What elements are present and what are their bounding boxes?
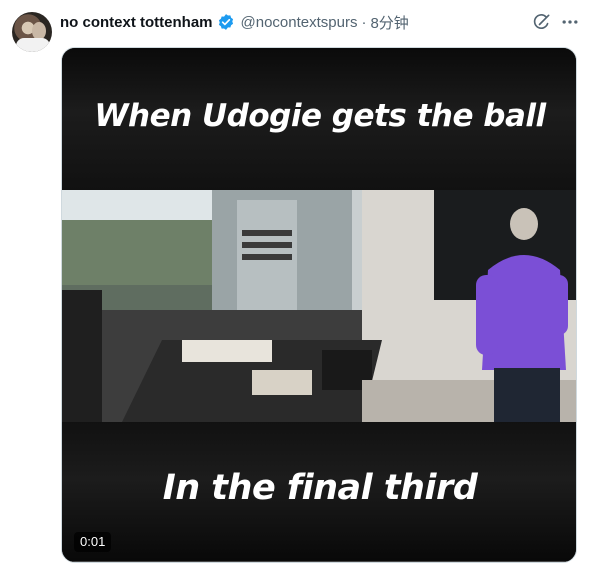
handle[interactable]: @nocontextspurs <box>241 14 358 31</box>
video-progress-fill <box>62 561 68 562</box>
avatar[interactable] <box>12 12 52 52</box>
video-player[interactable]: When Udogie gets the ball In the final t… <box>61 47 577 563</box>
video-time-badge: 0:01 <box>74 532 112 552</box>
timestamp-link[interactable]: 8分钟 <box>370 12 408 33</box>
tweet: no context tottenham @nocontextspurs · 8… <box>0 0 599 572</box>
video-progress-bar[interactable] <box>62 561 576 562</box>
display-name[interactable]: no context tottenham <box>60 14 213 31</box>
verified-badge-icon <box>218 14 233 30</box>
grok-icon[interactable] <box>532 12 552 32</box>
more-icon[interactable] <box>560 12 580 32</box>
tweet-header: no context tottenham @nocontextspurs · 8… <box>60 12 409 32</box>
video-frame <box>62 190 576 422</box>
caption-bottom: In the final third <box>162 468 478 508</box>
caption-top: When Udogie gets the ball <box>94 98 546 134</box>
separator: · <box>361 13 367 31</box>
